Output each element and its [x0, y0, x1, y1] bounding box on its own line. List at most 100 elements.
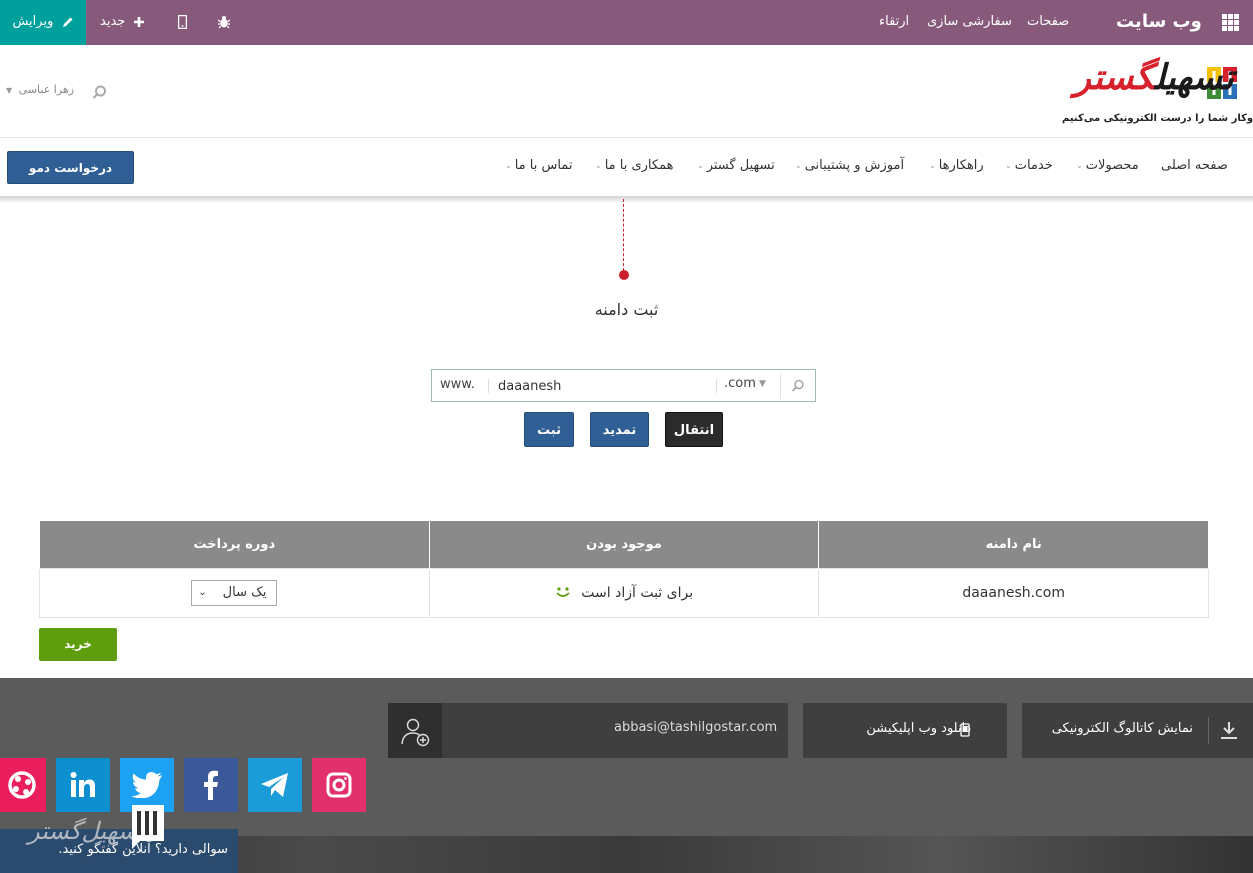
pencil-icon — [62, 17, 72, 27]
register-button[interactable]: ثبت — [524, 412, 574, 447]
chevron-down-icon: ▼ — [6, 85, 13, 95]
smile-icon — [556, 586, 570, 597]
apps-grid-icon[interactable] — [1222, 14, 1239, 31]
facebook-icon — [204, 770, 218, 800]
chevron-down-icon: ⌄ — [505, 161, 512, 170]
nav-item-label: خدمات — [1014, 158, 1053, 173]
menu-customize[interactable]: سفارشی سازی — [927, 0, 1012, 45]
nav-item-label: تسهیل گستر — [706, 158, 775, 173]
nav-item-cooperation[interactable]: همکاری با ما⌄ — [595, 158, 673, 178]
webapp-download-button[interactable]: دانلود وب اپلیکیشن — [803, 703, 1007, 758]
add-user-button[interactable] — [388, 703, 442, 758]
site-header: تسهیلگستر کسب‌وکار شما را درست الکترونیک… — [0, 45, 1253, 138]
domain-results-table: نام دامنه موجود بودن دوره پرداخت daaanes… — [39, 521, 1209, 618]
www-prefix: www. — [440, 377, 475, 392]
domain-name-input[interactable] — [498, 376, 708, 396]
nav-item-products[interactable]: محصولات⌄ — [1076, 158, 1139, 178]
transfer-button[interactable]: انتقال — [665, 412, 723, 447]
menu-pages[interactable]: صفحات — [1027, 0, 1069, 45]
nav-item-tashilgostar[interactable]: تسهیل گستر⌄ — [697, 158, 775, 178]
edit-label: ویرایش — [12, 14, 54, 29]
bug-icon — [217, 15, 231, 28]
period-cell: یک سال ⌄ — [39, 567, 430, 618]
email-box: abbasi@tashilgostar.com — [388, 703, 788, 758]
linkedin-icon — [70, 772, 95, 797]
user-menu[interactable]: زهرا عباسی ▼ — [6, 83, 74, 96]
nav-item-label: راهکارها — [938, 158, 984, 173]
instagram-icon — [326, 772, 352, 798]
telegram-button[interactable] — [248, 758, 302, 812]
nav-item-label: همکاری با ما — [604, 158, 674, 173]
divider — [488, 379, 489, 393]
new-label: جدید — [100, 14, 126, 29]
mobile-icon — [960, 723, 970, 737]
logo-text-black: تسهیل — [1154, 57, 1234, 98]
column-header-domain: نام دامنه — [818, 521, 1209, 568]
nav-item-label: آموزش و پشتیبانی — [804, 158, 905, 173]
twitter-icon — [131, 772, 162, 798]
chevron-down-icon: ⌄ — [697, 161, 704, 170]
decorative-dashed-line — [623, 199, 624, 271]
chat-brand-logo-icon: ﺗﺴﻬﯿﻞﮔﺴﺘﺮ — [25, 805, 164, 849]
nav-item-label: صفحه اصلی — [1161, 158, 1228, 173]
email-value: abbasi@tashilgostar.com — [614, 720, 778, 735]
instagram-button[interactable] — [312, 758, 366, 812]
mobile-icon — [177, 14, 188, 29]
plus-icon — [134, 16, 145, 27]
search-icon[interactable] — [92, 85, 107, 100]
nav-item-services[interactable]: خدمات⌄ — [1005, 158, 1053, 178]
table-row: daaanesh.com برای ثبت آزاد است یک سال ⌄ — [39, 567, 1209, 618]
tld-select[interactable]: .com — [724, 376, 756, 391]
column-header-period: دوره پرداخت — [39, 521, 430, 568]
new-button[interactable]: جدید — [100, 0, 145, 45]
divider — [1208, 717, 1209, 744]
domain-value: daaanesh.com — [962, 584, 1065, 601]
nav-item-solutions[interactable]: راهکارها⌄ — [929, 158, 984, 178]
column-header-availability: موجود بودن — [428, 521, 820, 568]
chevron-down-icon: ▼ — [759, 379, 766, 389]
add-user-icon — [401, 718, 430, 747]
buy-button[interactable]: خرید — [39, 628, 117, 661]
logo-text[interactable]: تسهیلگستر — [1074, 57, 1234, 98]
nav-item-label: تماس با ما — [514, 158, 573, 173]
facebook-button[interactable] — [184, 758, 238, 812]
renew-button[interactable]: تمدید — [590, 412, 649, 447]
admin-bar: وب سایت صفحات سفارشی سازی ارتقاء جدید وی… — [0, 0, 1253, 45]
chevron-down-icon: ⌄ — [929, 161, 936, 170]
decorative-dot — [619, 270, 629, 280]
nav-divider — [0, 196, 1253, 202]
svg-text:ﺗﺴﻬﯿﻞﮔﺴﺘﺮ: ﺗﺴﻬﯿﻞﮔﺴﺘﺮ — [25, 817, 148, 845]
chevron-down-icon: ⌄ — [795, 161, 802, 170]
user-name: زهرا عباسی — [18, 83, 75, 96]
chevron-down-icon: ⌄ — [595, 161, 602, 170]
period-select[interactable]: یک سال ⌄ — [191, 579, 278, 606]
table-header-row: نام دامنه موجود بودن دوره پرداخت — [39, 521, 1209, 568]
nav-item-home[interactable]: صفحه اصلی — [1161, 158, 1228, 178]
search-icon[interactable] — [791, 379, 805, 393]
aparat-icon — [8, 771, 36, 799]
domain-search-box: www. .com ▼ — [431, 369, 816, 402]
app-title[interactable]: وب سایت — [1116, 0, 1202, 45]
chevron-down-icon: ⌄ — [198, 586, 207, 598]
availability-cell: برای ثبت آزاد است — [428, 567, 820, 618]
nav-item-label: محصولات — [1085, 158, 1139, 173]
period-value: یک سال — [222, 584, 267, 600]
logo-text-red: گستر — [1074, 57, 1155, 98]
chevron-down-icon: ⌄ — [1076, 161, 1083, 170]
download-icon — [1221, 722, 1237, 739]
status-text: برای ثبت آزاد است — [581, 584, 694, 601]
menu-upgrade[interactable]: ارتقاء — [879, 0, 909, 45]
edit-button[interactable]: ویرایش — [0, 0, 86, 45]
catalog-button[interactable]: نمایش کاتالوگ الکترونیکی — [1022, 703, 1253, 758]
nav-item-training-support[interactable]: آموزش و پشتیبانی⌄ — [795, 158, 904, 178]
page-title: ثبت دامنه — [594, 300, 659, 319]
mobile-preview-button[interactable] — [177, 0, 188, 45]
request-demo-button[interactable]: درخواست دمو — [7, 151, 134, 184]
catalog-label: نمایش کاتالوگ الکترونیکی — [1051, 721, 1193, 736]
divider — [780, 373, 781, 399]
webapp-label: دانلود وب اپلیکیشن — [866, 721, 971, 736]
debug-button[interactable] — [217, 0, 231, 45]
divider — [716, 379, 717, 393]
chevron-down-icon: ⌄ — [1005, 161, 1012, 170]
nav-item-contact[interactable]: تماس با ما⌄ — [505, 158, 572, 178]
